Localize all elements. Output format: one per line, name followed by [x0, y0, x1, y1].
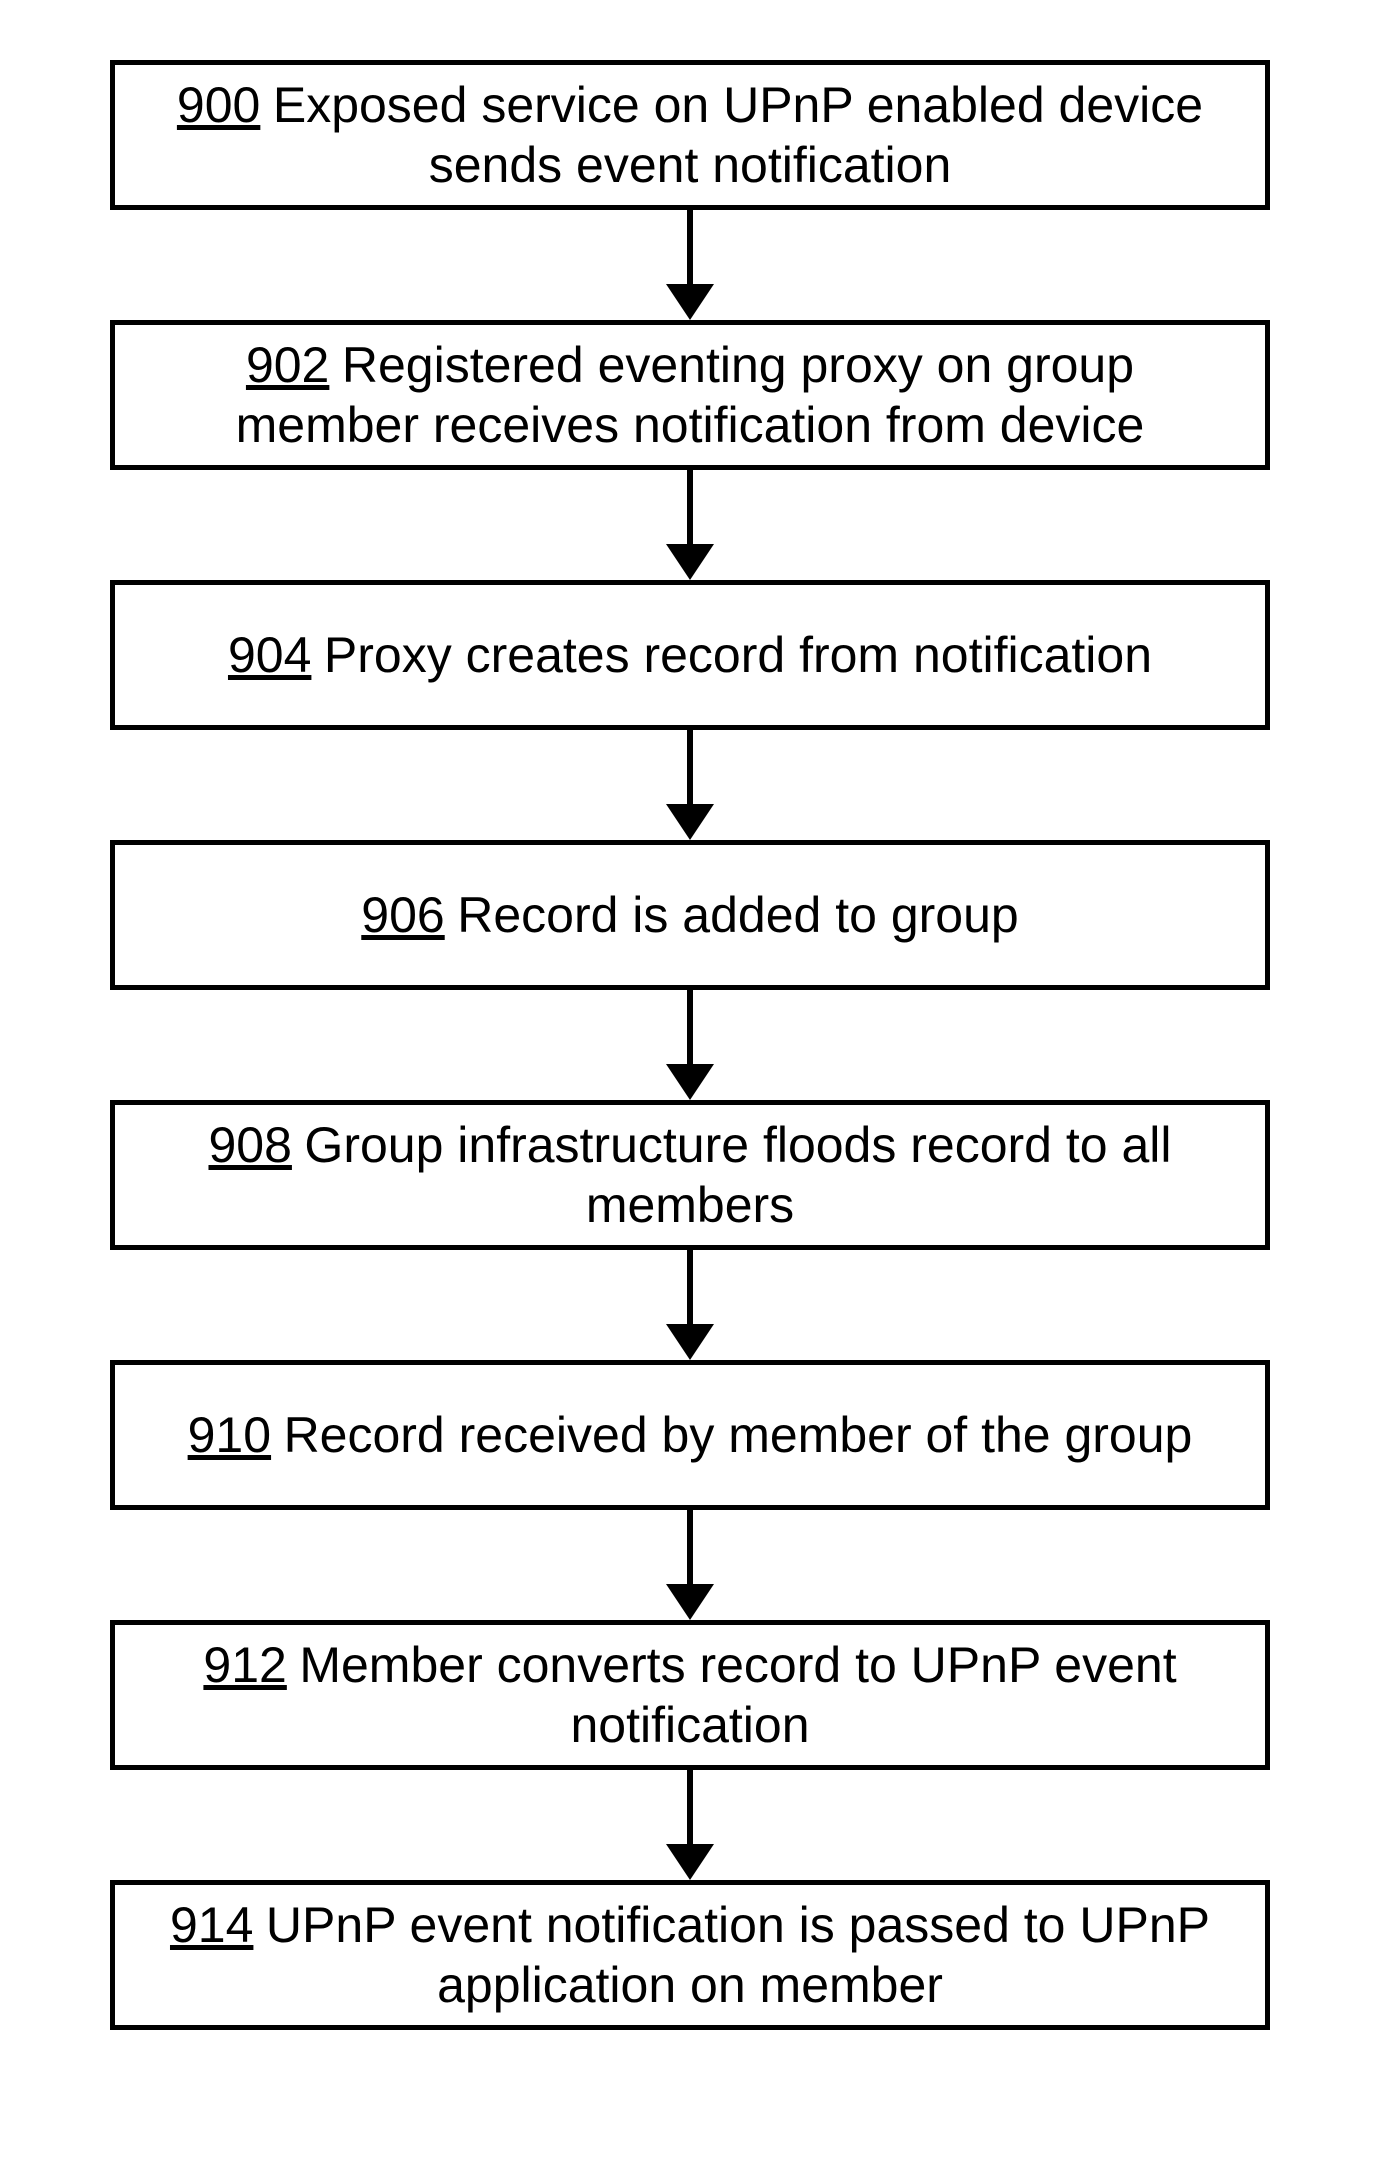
- step-908: 908Group infrastructure floods record to…: [110, 1100, 1270, 1250]
- step-912-wrap: 912Member converts record to UPnP event …: [0, 1620, 1380, 1880]
- step-902-wrap: 902Registered eventing proxy on group me…: [0, 320, 1380, 580]
- step-text: Member converts record to UPnP event not…: [299, 1637, 1176, 1753]
- step-text: Group infrastructure floods record to al…: [304, 1117, 1171, 1233]
- arrow-icon: [666, 730, 714, 840]
- arrow-icon: [666, 990, 714, 1100]
- step-text: Proxy creates record from notification: [324, 627, 1152, 683]
- step-908-wrap: 908Group infrastructure floods record to…: [0, 1100, 1380, 1360]
- step-text: Record received by member of the group: [284, 1407, 1193, 1463]
- arrow-icon: [666, 1510, 714, 1620]
- arrow-icon: [666, 470, 714, 580]
- step-914-wrap: 914UPnP event notification is passed to …: [0, 1880, 1380, 2030]
- arrow-icon: [666, 210, 714, 320]
- step-number: 902: [246, 337, 329, 393]
- step-900-wrap: 900Exposed service on UPnP enabled devic…: [0, 60, 1380, 320]
- step-902: 902Registered eventing proxy on group me…: [110, 320, 1270, 470]
- arrow-icon: [666, 1250, 714, 1360]
- step-904-wrap: 904Proxy creates record from notificatio…: [0, 580, 1380, 840]
- step-text: UPnP event notification is passed to UPn…: [266, 1897, 1210, 2013]
- step-content: 904Proxy creates record from notificatio…: [228, 625, 1152, 685]
- step-904: 904Proxy creates record from notificatio…: [110, 580, 1270, 730]
- step-content: 912Member converts record to UPnP event …: [155, 1635, 1225, 1755]
- step-content: 914UPnP event notification is passed to …: [155, 1895, 1225, 2015]
- step-number: 900: [177, 77, 260, 133]
- step-number: 906: [361, 887, 444, 943]
- step-906-wrap: 906Record is added to group: [0, 840, 1380, 1100]
- step-914: 914UPnP event notification is passed to …: [110, 1880, 1270, 2030]
- step-content: 900Exposed service on UPnP enabled devic…: [155, 75, 1225, 195]
- step-content: 902Registered eventing proxy on group me…: [155, 335, 1225, 455]
- step-912: 912Member converts record to UPnP event …: [110, 1620, 1270, 1770]
- step-910-wrap: 910Record received by member of the grou…: [0, 1360, 1380, 1620]
- step-text: Record is added to group: [457, 887, 1018, 943]
- step-content: 908Group infrastructure floods record to…: [155, 1115, 1225, 1235]
- step-text: Exposed service on UPnP enabled device s…: [273, 77, 1203, 193]
- step-content: 910Record received by member of the grou…: [188, 1405, 1193, 1465]
- step-text: Registered eventing proxy on group membe…: [236, 337, 1145, 453]
- step-number: 908: [208, 1117, 291, 1173]
- flowchart: 900Exposed service on UPnP enabled devic…: [0, 0, 1380, 2170]
- step-number: 910: [188, 1407, 271, 1463]
- step-number: 912: [203, 1637, 286, 1693]
- step-number: 904: [228, 627, 311, 683]
- arrow-icon: [666, 1770, 714, 1880]
- step-content: 906Record is added to group: [361, 885, 1018, 945]
- step-900: 900Exposed service on UPnP enabled devic…: [110, 60, 1270, 210]
- step-910: 910Record received by member of the grou…: [110, 1360, 1270, 1510]
- step-number: 914: [170, 1897, 253, 1953]
- step-906: 906Record is added to group: [110, 840, 1270, 990]
